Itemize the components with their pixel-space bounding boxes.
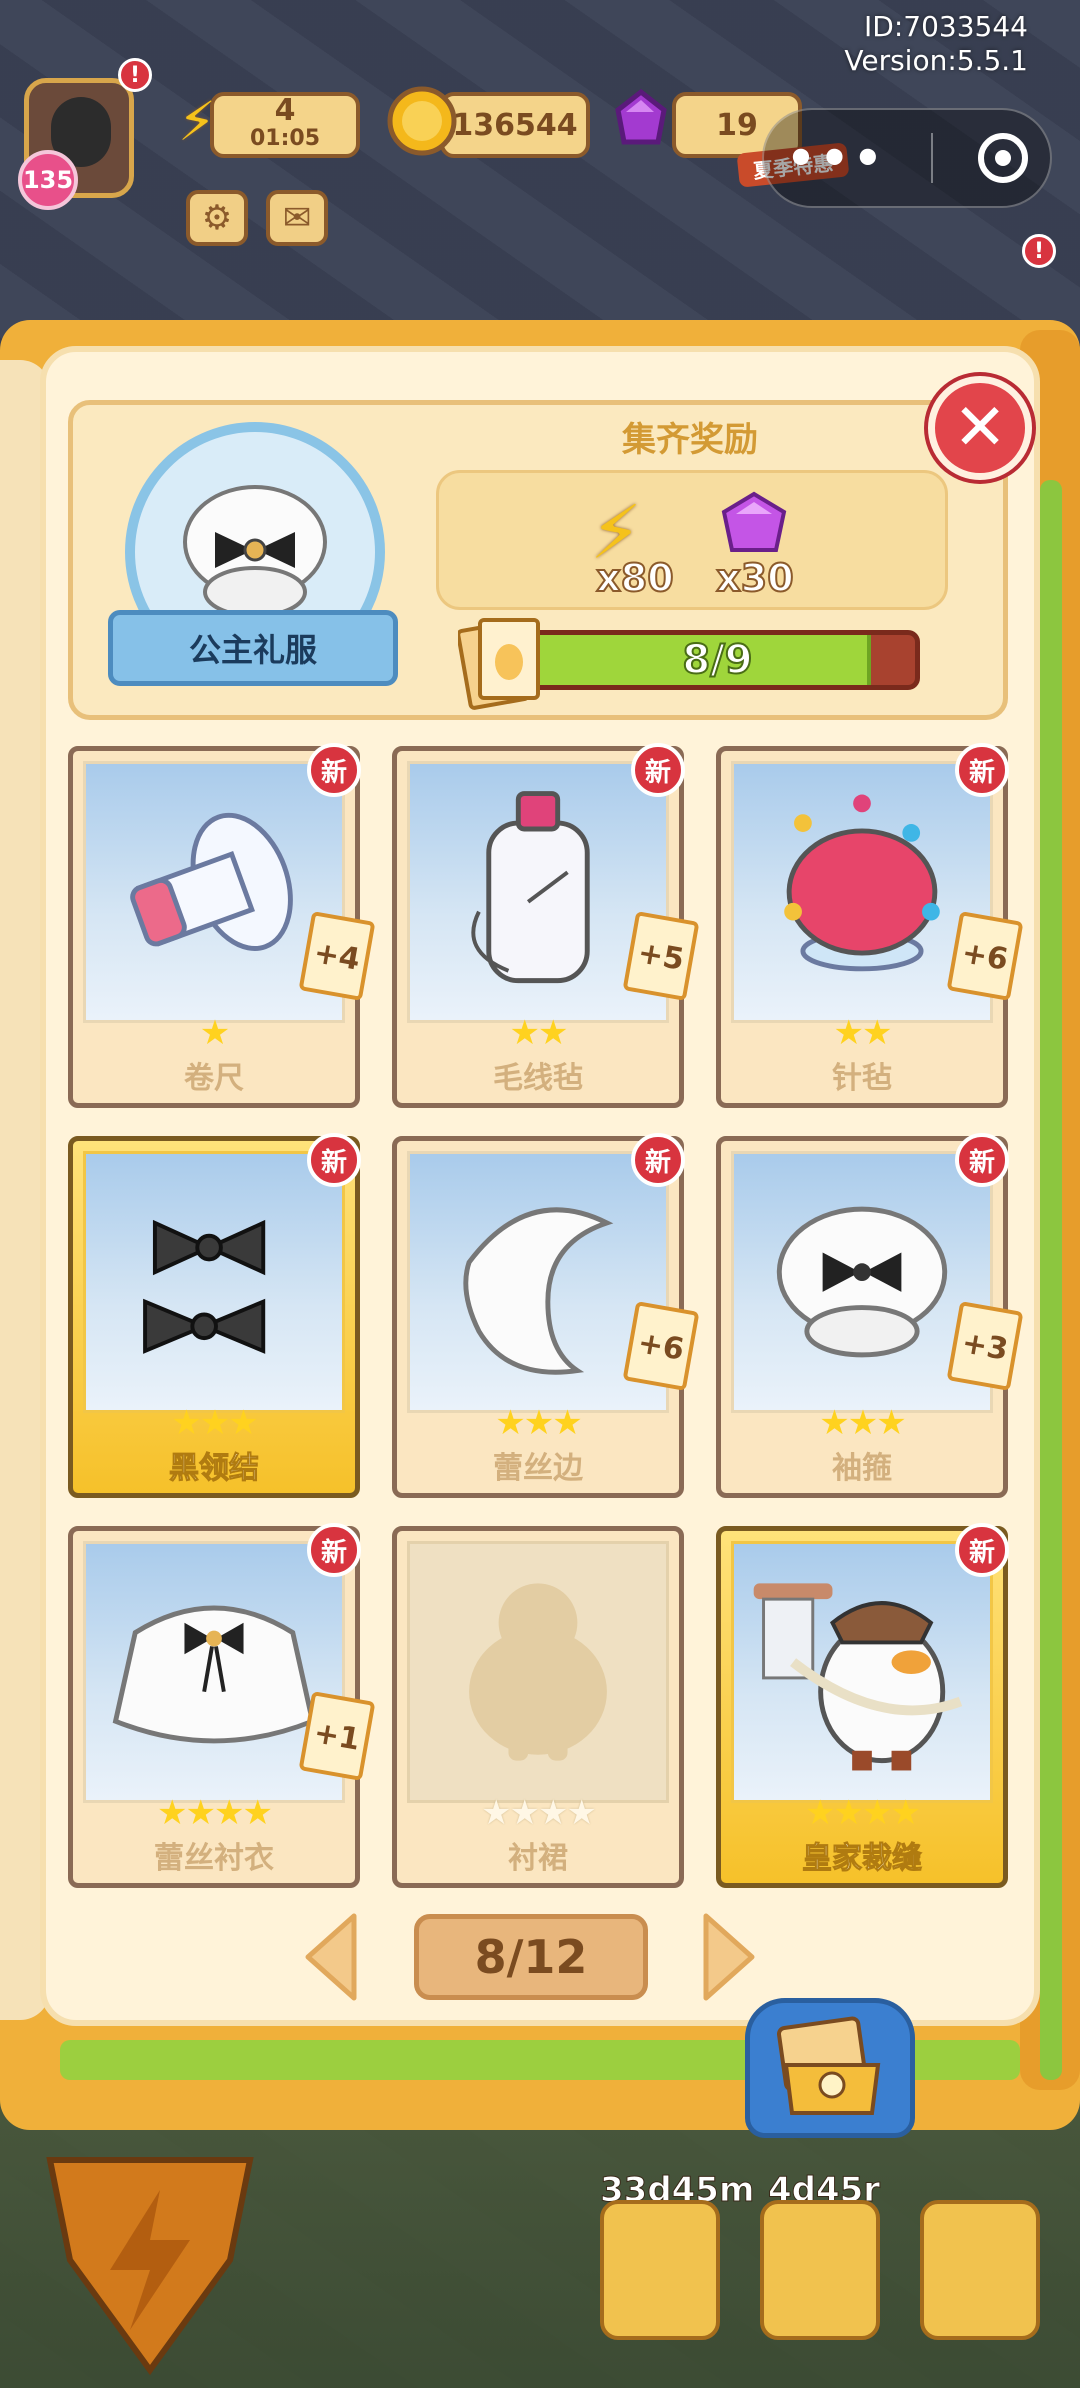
production-tray-a[interactable]: [600, 2200, 720, 2340]
mail-icon[interactable]: ✉: [266, 190, 328, 246]
next-page-arrow[interactable]: [700, 1910, 760, 2004]
collection-card[interactable]: ★★ 针毡 新 +6: [716, 743, 1024, 1108]
account-id: ID:7033544: [864, 10, 1028, 43]
close-button[interactable]: ✕: [928, 376, 1032, 480]
card-name: 针毡: [832, 1061, 892, 1096]
production-tray-c[interactable]: [920, 2200, 1040, 2340]
collection-card[interactable]: ★★★★ 衬裙: [392, 1526, 684, 1888]
card-name: 衬裙: [508, 1841, 568, 1876]
reward-title: 集齐奖励: [622, 420, 758, 460]
card-name: 袖箍: [832, 1451, 892, 1486]
collection-card[interactable]: ★★★ 蕾丝边 新 +6: [392, 1133, 700, 1498]
energy-value: 4: [274, 93, 296, 128]
close-capsule-button[interactable]: [977, 133, 1028, 183]
duplicate-count-tag: +4: [298, 911, 376, 1001]
lightning-icon: ⚡: [178, 89, 216, 153]
card-stars: ★★★: [495, 1403, 582, 1443]
new-badge: 新: [631, 743, 685, 797]
new-badge: 新: [307, 743, 361, 797]
duplicate-count-tag: +5: [622, 911, 700, 1001]
new-badge: 新: [307, 1133, 361, 1187]
card-stars: ★★★★: [805, 1793, 921, 1833]
mini-program-capsule: •••: [762, 108, 1052, 208]
card-name: 黑领结: [169, 1451, 260, 1487]
new-badge: 新: [955, 743, 1009, 797]
collection-card[interactable]: ★★ 毛线毡 新 +5: [392, 743, 700, 1108]
gem-icon: [604, 84, 678, 158]
card-name: 皇家裁缝: [802, 1841, 923, 1877]
energy-boost-icon[interactable]: [30, 2140, 270, 2380]
avatar-alert-dot: !: [118, 58, 152, 92]
collection-progress-text: 8/9: [681, 636, 753, 684]
silhouette-icon: [407, 1541, 669, 1803]
version-label: Version:5.5.1: [844, 44, 1028, 77]
card-stars: ★★★: [819, 1403, 906, 1443]
coin-counter[interactable]: 136544: [440, 92, 590, 158]
reward-gems: x30: [700, 490, 810, 601]
coin-value: 136544: [452, 107, 578, 143]
reward-energy-count: x80: [595, 555, 674, 601]
card-name: 毛线毡: [493, 1061, 583, 1096]
account-info: ID:7033544 Version:5.5.1: [844, 10, 1028, 78]
gem-icon: [721, 491, 787, 552]
reward-gems-count: x30: [715, 555, 794, 601]
card-stars: ★★: [509, 1013, 569, 1053]
duplicate-count-tag: +6: [622, 1301, 700, 1391]
energy-timer: 01:05: [249, 126, 321, 151]
collection-card[interactable]: ★ 卷尺 新 +4: [68, 743, 376, 1108]
capsule-separator: [931, 133, 934, 183]
card-name: 蕾丝边: [493, 1451, 583, 1486]
more-menu-button[interactable]: •••: [786, 131, 886, 185]
level-badge: 135: [18, 150, 78, 210]
duplicate-count-tag: +6: [946, 911, 1024, 1001]
side-alert-dot: !: [1022, 234, 1056, 268]
collection-name: 公主礼服: [108, 610, 398, 686]
collection-card[interactable]: ★★★ 袖箍 新 +3: [716, 1133, 1024, 1498]
card-stars: ★: [199, 1013, 230, 1053]
reward-energy: ⚡ x80: [580, 490, 690, 601]
card-stack-icon: [458, 618, 540, 710]
collection-card[interactable]: ★★★★ 皇家裁缝 新: [716, 1523, 1009, 1888]
card-name: 卷尺: [184, 1061, 244, 1096]
card-stars: ★★★★: [157, 1793, 273, 1833]
production-tray-b[interactable]: [760, 2200, 880, 2340]
card-name: 蕾丝衬衣: [154, 1841, 274, 1876]
royal-tailor-icon: [731, 1541, 993, 1803]
collection-dress-icon: [183, 485, 327, 618]
new-badge: 新: [307, 1523, 361, 1577]
card-stars: ★★★: [171, 1403, 258, 1443]
bow-ties-icon: [83, 1151, 345, 1413]
settings-gear-icon[interactable]: ⚙: [186, 190, 248, 246]
coin-icon: [385, 84, 459, 158]
album-button[interactable]: [745, 1998, 915, 2138]
gem-value: 19: [716, 107, 758, 143]
new-badge: 新: [955, 1523, 1009, 1577]
collection-card[interactable]: ★★★★ 蕾丝衬衣 新 +1: [68, 1523, 376, 1888]
new-badge: 新: [631, 1133, 685, 1187]
reward-box: [436, 470, 948, 610]
duplicate-count-tag: +3: [946, 1301, 1024, 1391]
collection-progress-bar: 8/9: [515, 630, 920, 690]
card-album-icon: [776, 2016, 881, 2115]
card-stars: ★★★★: [481, 1793, 597, 1833]
new-badge: 新: [955, 1133, 1009, 1187]
prev-page-arrow[interactable]: [300, 1910, 360, 2004]
collection-card[interactable]: ★★★ 黑领结 新: [68, 1133, 361, 1498]
card-stars: ★★: [833, 1013, 893, 1053]
duplicate-count-tag: +1: [298, 1691, 376, 1781]
page-indicator: 8/12: [414, 1914, 648, 2000]
